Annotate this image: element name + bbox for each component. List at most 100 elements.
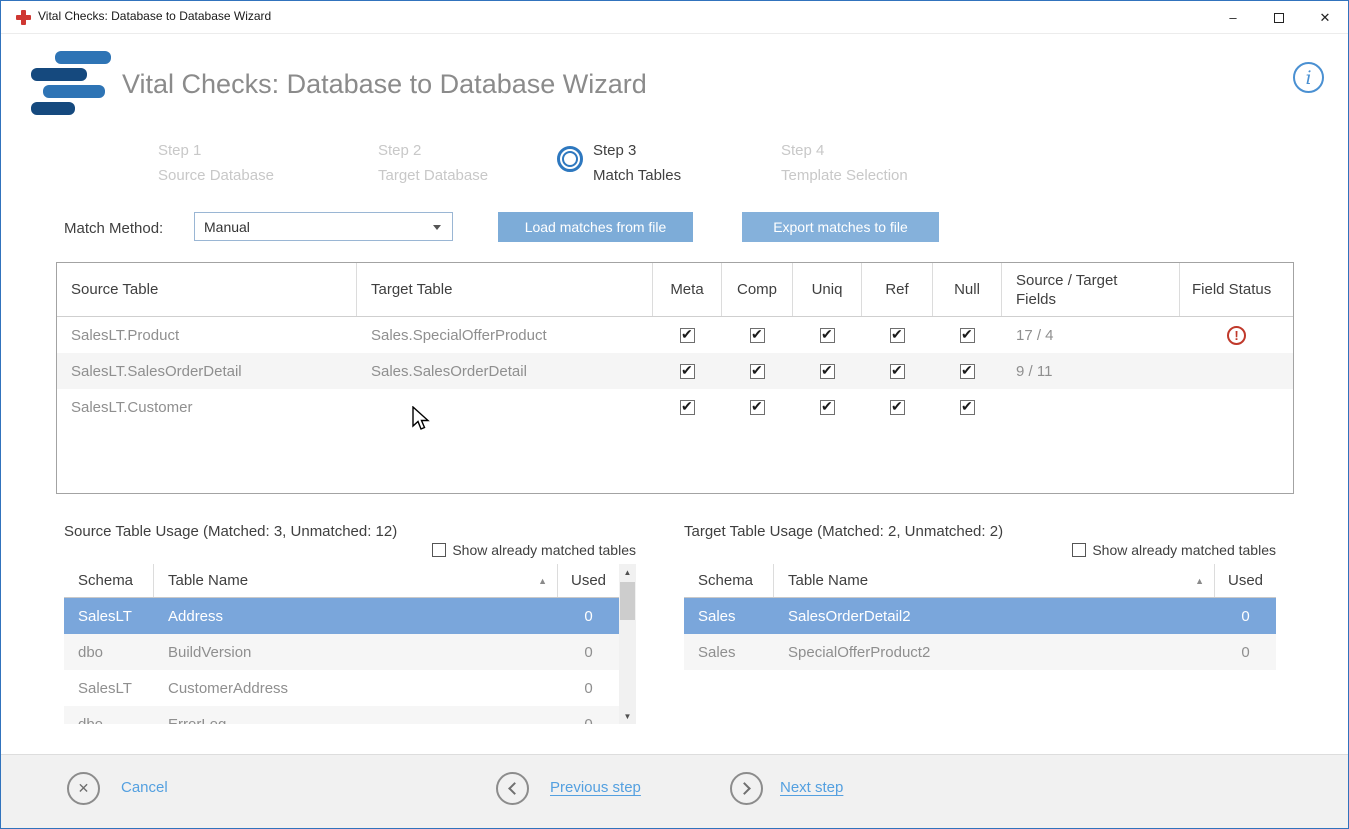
schema-cell: dbo (64, 716, 154, 725)
match-table: Source Table Target Table Meta Comp Uniq… (56, 262, 1294, 494)
col-source-target-fields: Source / Target Fields (1002, 263, 1180, 316)
previous-step-button[interactable] (496, 772, 529, 805)
show-matched-label: Show already matched tables (452, 542, 636, 558)
chevron-down-icon (433, 225, 441, 230)
uniq-checkbox[interactable] (820, 328, 835, 343)
page-title: Vital Checks: Database to Database Wizar… (122, 69, 647, 100)
used-cell: 0 (1215, 608, 1276, 625)
col-ref: Ref (862, 263, 933, 316)
match-method-value: Manual (204, 219, 250, 235)
table-name-cell: BuildVersion (154, 644, 558, 661)
table-name-cell: Address (154, 608, 558, 625)
window-controls: – ✕ (1210, 1, 1348, 34)
col-used[interactable]: Used (558, 564, 619, 597)
app-window: Vital Checks: Database to Database Wizar… (0, 0, 1349, 829)
previous-step-link[interactable]: Previous step (550, 779, 641, 796)
next-step-link[interactable]: Next step (780, 779, 843, 796)
table-row[interactable]: SalesLT.Product Sales.SpecialOfferProduc… (57, 317, 1293, 353)
meta-checkbox[interactable] (680, 400, 695, 415)
meta-checkbox[interactable] (680, 364, 695, 379)
col-null: Null (933, 263, 1002, 316)
scrollbar-thumb[interactable] (620, 582, 635, 620)
step-4: Step 4 Template Selection (781, 142, 908, 184)
null-checkbox[interactable] (960, 400, 975, 415)
scroll-up-icon[interactable]: ▲ (619, 564, 636, 580)
target-usage-title: Target Table Usage (Matched: 2, Unmatche… (684, 523, 1003, 540)
scroll-down-icon[interactable]: ▼ (619, 708, 636, 724)
col-source-table: Source Table (57, 263, 357, 316)
comp-checkbox[interactable] (750, 328, 765, 343)
null-checkbox[interactable] (960, 328, 975, 343)
source-table-cell: SalesLT.Product (57, 327, 357, 344)
used-cell: 0 (558, 608, 619, 625)
next-step-button[interactable] (730, 772, 763, 805)
step-2: Step 2 Target Database (378, 142, 488, 184)
col-table-name[interactable]: Table Name ▲ (154, 564, 558, 597)
col-target-table: Target Table (357, 263, 653, 316)
info-icon[interactable]: i (1293, 62, 1324, 93)
schema-cell: SalesLT (64, 680, 154, 697)
table-name-cell: ErrorLog (154, 716, 558, 725)
show-matched-checkbox[interactable] (432, 543, 446, 557)
schema-cell: SalesLT (64, 608, 154, 625)
vertical-scrollbar[interactable]: ▲ ▼ (619, 564, 636, 724)
sort-asc-icon: ▲ (538, 576, 547, 586)
step-3-label: Match Tables (593, 167, 681, 184)
step-4-label: Template Selection (781, 167, 908, 184)
source-usage-title: Source Table Usage (Matched: 3, Unmatche… (64, 523, 397, 540)
cancel-button[interactable]: ✕ (67, 772, 100, 805)
load-matches-button[interactable]: Load matches from file (498, 212, 693, 242)
list-item[interactable]: dbo ErrorLog 0 (64, 706, 636, 724)
error-icon: ! (1227, 326, 1246, 345)
col-schema[interactable]: Schema (64, 564, 154, 597)
step-1: Step 1 Source Database (158, 142, 274, 184)
match-table-header: Source Table Target Table Meta Comp Uniq… (57, 263, 1293, 317)
ref-checkbox[interactable] (890, 400, 905, 415)
maximize-button[interactable] (1256, 1, 1302, 34)
col-schema[interactable]: Schema (684, 564, 774, 597)
list-item[interactable]: dbo BuildVersion 0 (64, 634, 636, 670)
used-cell: 0 (558, 716, 619, 725)
step-4-number: Step 4 (781, 142, 908, 159)
table-row[interactable]: SalesLT.SalesOrderDetail Sales.SalesOrde… (57, 353, 1293, 389)
target-usage-panel: Target Table Usage (Matched: 2, Unmatche… (684, 523, 1276, 729)
cancel-link[interactable]: Cancel (121, 779, 168, 796)
uniq-checkbox[interactable] (820, 364, 835, 379)
table-name-cell: SalesOrderDetail2 (774, 608, 1215, 625)
titlebar: Vital Checks: Database to Database Wizar… (1, 1, 1348, 34)
schema-cell: dbo (64, 644, 154, 661)
list-item[interactable]: Sales SpecialOfferProduct2 0 (684, 634, 1276, 670)
export-matches-button[interactable]: Export matches to file (742, 212, 939, 242)
close-button[interactable]: ✕ (1302, 1, 1348, 34)
source-table-cell: SalesLT.SalesOrderDetail (57, 363, 357, 380)
ref-checkbox[interactable] (890, 328, 905, 343)
meta-checkbox[interactable] (680, 328, 695, 343)
used-cell: 0 (1215, 644, 1276, 661)
schema-cell: Sales (684, 644, 774, 661)
comp-checkbox[interactable] (750, 364, 765, 379)
minimize-button[interactable]: – (1210, 1, 1256, 34)
source-table-cell: SalesLT.Customer (57, 399, 357, 416)
col-used[interactable]: Used (1215, 564, 1276, 597)
table-row[interactable]: SalesLT.Customer (57, 389, 1293, 425)
comp-checkbox[interactable] (750, 400, 765, 415)
list-item[interactable]: SalesLT CustomerAddress 0 (64, 670, 636, 706)
sort-asc-icon: ▲ (1195, 576, 1204, 586)
step-3: Step 3 Match Tables (593, 142, 681, 184)
fields-count-cell: 17 / 4 (1002, 327, 1180, 344)
titlebar-title: Vital Checks: Database to Database Wizar… (38, 9, 271, 23)
col-table-name[interactable]: Table Name ▲ (774, 564, 1215, 597)
step-1-number: Step 1 (158, 142, 274, 159)
mouse-cursor (409, 406, 431, 432)
col-field-status: Field Status (1180, 263, 1293, 316)
current-step-icon (557, 146, 583, 172)
list-item[interactable]: SalesLT Address 0 (64, 598, 636, 634)
show-matched-checkbox[interactable] (1072, 543, 1086, 557)
null-checkbox[interactable] (960, 364, 975, 379)
col-table-name-label: Table Name (168, 572, 248, 589)
uniq-checkbox[interactable] (820, 400, 835, 415)
ref-checkbox[interactable] (890, 364, 905, 379)
source-usage-panel: Source Table Usage (Matched: 3, Unmatche… (64, 523, 636, 729)
list-item[interactable]: Sales SalesOrderDetail2 0 (684, 598, 1276, 634)
match-method-select[interactable]: Manual (194, 212, 453, 241)
